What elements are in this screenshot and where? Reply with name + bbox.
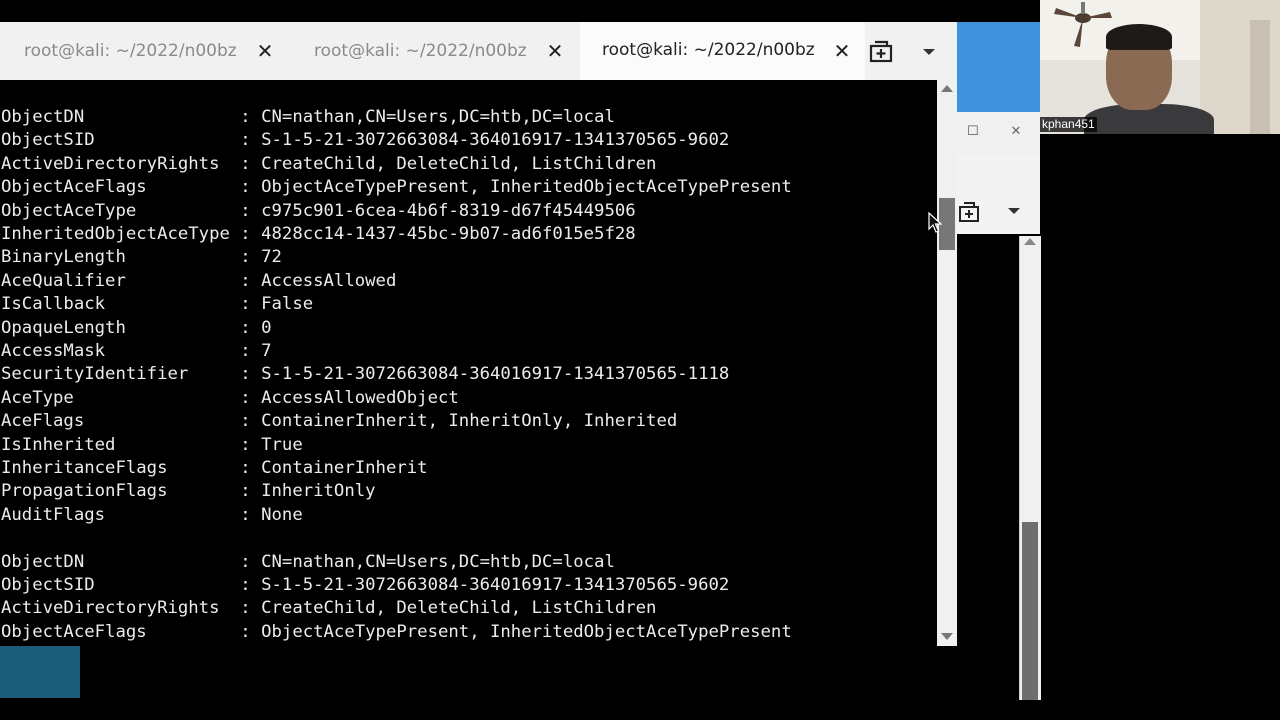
background-window-scrollbar[interactable] bbox=[1019, 236, 1041, 700]
tab-label: root@kali: ~/2022/n00bz bbox=[314, 41, 527, 61]
background-terminal-window[interactable]: ☐ ✕ bbox=[957, 112, 1041, 700]
mouse-pointer-icon bbox=[928, 212, 942, 233]
terminal-line: ObjectAceFlags : ObjectAceTypePresent, I… bbox=[1, 177, 792, 198]
maximize-icon[interactable]: ☐ bbox=[967, 125, 979, 138]
terminal-line: ObjectSID : S-1-5-21-3072663084-36401691… bbox=[1, 130, 730, 151]
terminal-line: AceQualifier : AccessAllowed bbox=[1, 270, 397, 291]
terminal-line: InheritanceFlags : ContainerInherit bbox=[1, 458, 428, 478]
close-icon[interactable]: ✕ bbox=[546, 41, 564, 61]
terminal-line: ActiveDirectoryRights : CreateChild, Del… bbox=[1, 153, 657, 174]
terminal-line: AccessMask : 7 bbox=[1, 341, 272, 361]
terminal-line: InheritedObjectAceType : 4828cc14-1437-4… bbox=[1, 224, 636, 244]
new-tab-icon[interactable] bbox=[957, 200, 981, 224]
new-tab-icon[interactable] bbox=[868, 38, 894, 64]
close-icon[interactable]: ✕ bbox=[256, 41, 274, 61]
terminal-scrollbar[interactable] bbox=[937, 80, 957, 646]
terminal-line: ObjectAceFlags : ObjectAceTypePresent, I… bbox=[1, 621, 792, 642]
webcam-overlay: kphan451 bbox=[1040, 0, 1280, 134]
terminal-line: OpaqueLength : 0 bbox=[1, 317, 272, 338]
desktop-background bbox=[957, 22, 1040, 112]
tab-label: root@kali: ~/2022/n00bz bbox=[602, 39, 815, 60]
webcam-name-label: kphan451 bbox=[1040, 117, 1097, 132]
scroll-up-arrow-icon[interactable] bbox=[941, 85, 953, 92]
terminal-line: ObjectDN : CN=nathan,CN=Users,DC=htb,DC=… bbox=[1, 551, 615, 572]
terminal-line: IsInherited : True bbox=[1, 434, 303, 455]
chevron-down-icon[interactable] bbox=[922, 47, 936, 57]
screen-top-edge bbox=[0, 0, 1040, 22]
webcam-door bbox=[1250, 20, 1270, 134]
scroll-down-arrow-icon[interactable] bbox=[941, 633, 953, 640]
tab-label: root@kali: ~/2022/n00bz bbox=[24, 41, 237, 61]
terminal-line: BinaryLength : 72 bbox=[1, 247, 282, 268]
terminal-line: ObjectAceType : c975c901-6cea-4b6f-8319-… bbox=[1, 200, 636, 221]
taskbar-item[interactable] bbox=[0, 646, 80, 698]
tab-terminal-2[interactable]: root@kali: ~/2022/n00bz ✕ bbox=[290, 22, 580, 80]
close-icon[interactable]: ✕ bbox=[1009, 125, 1023, 139]
terminal-line: AceFlags : ContainerInherit, InheritOnly… bbox=[1, 411, 678, 432]
terminal-window[interactable]: root@kali: ~/2022/n00bz ✕ root@kali: ~/2… bbox=[0, 22, 957, 700]
background-window-titlebar[interactable]: ☐ ✕ bbox=[957, 112, 1040, 157]
terminal-line: AceType : AccessAllowedObject bbox=[1, 387, 459, 408]
terminal-line: IsCallback : False bbox=[1, 294, 314, 315]
webcam-person-hair bbox=[1106, 24, 1172, 50]
tab-bar: root@kali: ~/2022/n00bz ✕ root@kali: ~/2… bbox=[0, 22, 957, 81]
terminal-line: ObjectSID : S-1-5-21-3072663084-36401691… bbox=[1, 575, 730, 595]
tab-terminal-1[interactable]: root@kali: ~/2022/n00bz ✕ bbox=[0, 22, 290, 80]
terminal-line: SecurityIdentifier : S-1-5-21-3072663084… bbox=[1, 364, 730, 385]
scrollbar-thumb[interactable] bbox=[1022, 522, 1038, 700]
chevron-down-icon[interactable] bbox=[1007, 206, 1021, 216]
terminal-line: PropagationFlags : InheritOnly bbox=[1, 481, 376, 502]
terminal-line: ObjectDN : CN=nathan,CN=Users,DC=htb,DC=… bbox=[1, 107, 615, 127]
terminal-line: ActiveDirectoryRights : CreateChild, Del… bbox=[1, 598, 657, 619]
terminal-output[interactable]: ObjectDN : CN=nathan,CN=Users,DC=htb,DC=… bbox=[0, 80, 937, 700]
terminal-line: AuditFlags : None bbox=[1, 504, 303, 525]
tab-terminal-3-active[interactable]: root@kali: ~/2022/n00bz ✕ bbox=[580, 22, 865, 80]
scroll-up-arrow-icon[interactable] bbox=[1024, 238, 1036, 245]
close-icon[interactable]: ✕ bbox=[833, 41, 851, 61]
